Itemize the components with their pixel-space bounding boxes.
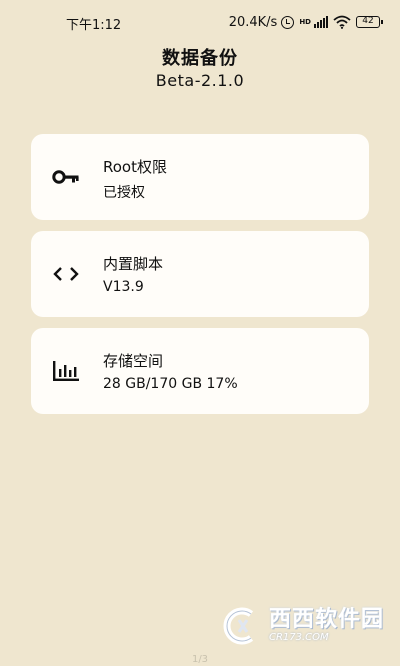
watermark: 西西软件园 CR173.COM [221, 606, 384, 646]
card-title: 内置脚本 [103, 255, 164, 273]
page-indicator: 1/3 [191, 654, 209, 665]
card-subtitle: 28 GB/170 GB 17% [103, 376, 238, 392]
card-title: 存储空间 [103, 352, 164, 370]
watermark-logo-icon [223, 607, 254, 645]
alarm-icon [281, 15, 295, 29]
app-screen: 下午1:12 20.4K/s HD 42 数据备份 Beta-2.1.0 Roo… [0, 0, 400, 666]
root-permission-card[interactable]: Root权限 已授权 [31, 134, 369, 220]
battery-level: 42 [362, 16, 374, 26]
code-icon [51, 262, 81, 286]
storage-card[interactable]: 存储空间 28 GB/170 GB 17% [31, 328, 369, 414]
signal-icon [314, 16, 328, 28]
status-bar: 下午1:12 20.4K/s HD 42 [0, 0, 400, 44]
key-icon [51, 165, 81, 189]
app-version: Beta-2.1.0 [155, 71, 245, 90]
watermark-site: CR173.COM [268, 632, 329, 643]
card-title: Root权限 [103, 158, 167, 176]
wifi-icon [333, 15, 351, 29]
card-subtitle: V13.9 [103, 279, 144, 295]
hd-icon: HD [299, 17, 311, 26]
status-indicators: 20.4K/s HD 42 [228, 12, 383, 32]
battery-icon: 42 [356, 16, 383, 28]
bar-chart-icon [51, 359, 81, 383]
network-speed: 20.4K/s [228, 14, 278, 30]
page-title: 数据备份 [162, 48, 238, 69]
card-subtitle: 已授权 [103, 185, 145, 201]
builtin-script-card[interactable]: 内置脚本 V13.9 [31, 231, 369, 317]
status-time: 下午1:12 [66, 18, 122, 33]
watermark-text: 西西软件园 [268, 607, 384, 632]
